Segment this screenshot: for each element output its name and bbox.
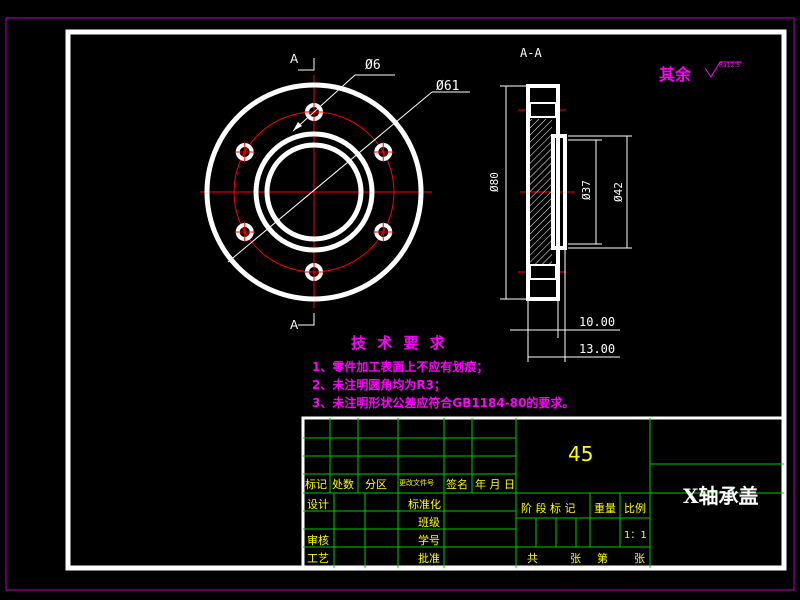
dim-total-thickness: 13.00: [579, 342, 616, 356]
dim-flange-thickness: 10.00: [579, 315, 616, 329]
scale-header: 比例: [624, 502, 646, 515]
section-line-top: [298, 58, 315, 71]
dim-inner-dia: Ø37: [580, 180, 593, 200]
rev-header-count: 处数: [332, 478, 354, 491]
label-approve: 批准: [418, 552, 440, 565]
cad-drawing: [5, 17, 795, 591]
section-line-bottom: [298, 313, 315, 326]
dim-boss-dia: Ø42: [612, 182, 625, 202]
dim-outer-dia: Ø80: [488, 172, 501, 192]
label-standardize: 标准化: [408, 498, 441, 511]
dim-bolt-circle: Ø61: [436, 79, 460, 94]
label-process: 工艺: [307, 552, 329, 565]
surface-finish-value: Ra12.5: [719, 62, 741, 69]
dim-hole-dia: Ø6: [365, 58, 381, 73]
section-hatch: [530, 119, 552, 265]
label-proofread: 班级: [418, 516, 440, 529]
stage-mark-header: 阶 段 标 记: [521, 502, 576, 515]
section-hole-bottom: [529, 264, 557, 280]
surface-finish-label: 其余: [659, 65, 692, 84]
section-mark-top: A: [290, 52, 299, 66]
scale-value: 1：1: [624, 530, 647, 541]
label-check: 审核: [307, 534, 329, 547]
rev-header-doc: 更改文件号: [399, 479, 434, 487]
sheets-number-label: 第: [597, 552, 608, 565]
rev-header-mark: 标记: [305, 478, 327, 491]
label-design: 设计: [307, 498, 329, 511]
rev-header-zone: 分区: [365, 478, 387, 491]
sheets-unit-label: 张: [570, 552, 581, 565]
hole-dia-arrow: [293, 122, 302, 131]
material-label: 45: [568, 442, 594, 466]
tech-req-heading: 技 术 要 求: [351, 334, 448, 352]
section-view-title: A-A: [520, 46, 542, 60]
sheets-total-label: 共: [527, 552, 538, 565]
sheet-border: [5, 17, 795, 591]
front-view: [200, 58, 470, 326]
rev-header-date: 年 月 日: [475, 478, 515, 491]
sheets-unit-label-2: 张: [634, 552, 645, 565]
rev-header-sign: 签名: [446, 478, 468, 491]
section-mark-bottom: A: [290, 318, 299, 332]
tech-req-item-2: 2、未注明圆角均为R3；: [312, 378, 446, 392]
section-hole-top: [529, 102, 557, 118]
label-student-no: 学号: [418, 534, 440, 547]
part-name: X轴承盖: [683, 484, 759, 508]
tech-req-item-1: 1、零件加工表面上不应有划痕；: [312, 360, 489, 374]
weight-header: 重量: [594, 502, 616, 515]
tech-req-item-3: 3、未注明形状公差应符合GB1184-80的要求。: [312, 396, 575, 410]
